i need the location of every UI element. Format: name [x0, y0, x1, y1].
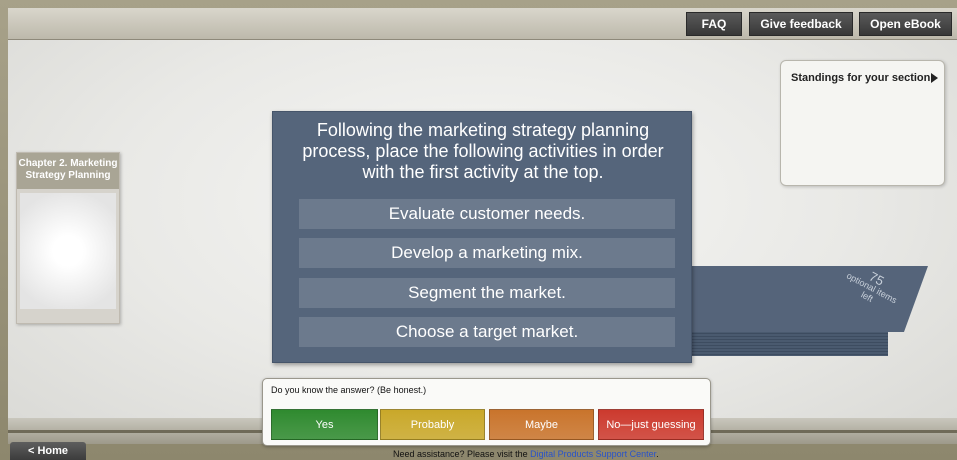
- confidence-probably-button[interactable]: Probably: [380, 409, 485, 440]
- give-feedback-button[interactable]: Give feedback: [749, 12, 853, 36]
- faq-button[interactable]: FAQ: [686, 12, 742, 36]
- answer-item-3[interactable]: Segment the market.: [299, 278, 675, 308]
- question-card: Following the marketing strategy plannin…: [272, 111, 692, 363]
- open-ebook-button[interactable]: Open eBook: [859, 12, 952, 36]
- home-button[interactable]: < Home: [10, 442, 86, 460]
- assistance-text: Need assistance? Please visit the Digita…: [393, 449, 659, 459]
- chapter-thumbnail: [20, 193, 116, 309]
- assistance-prefix: Need assistance? Please visit the: [393, 449, 531, 459]
- confidence-panel: Do you know the answer? (Be honest.) Yes…: [262, 378, 711, 446]
- question-prompt: Following the marketing strategy plannin…: [302, 120, 664, 182]
- answer-item-2[interactable]: Develop a marketing mix.: [299, 238, 675, 268]
- confidence-maybe-button[interactable]: Maybe: [489, 409, 594, 440]
- confidence-guessing-button[interactable]: No—just guessing: [598, 409, 704, 440]
- standings-label: Standings for your section: [791, 72, 931, 84]
- answer-item-1[interactable]: Evaluate customer needs.: [299, 199, 675, 229]
- play-arrow-icon[interactable]: [931, 73, 938, 83]
- assistance-suffix: .: [656, 449, 659, 459]
- answer-item-4[interactable]: Choose a target market.: [299, 317, 675, 347]
- confidence-yes-button[interactable]: Yes: [271, 409, 378, 440]
- chapter-card[interactable]: Chapter 2. Marketing Strategy Planning: [16, 152, 120, 324]
- support-center-link[interactable]: Digital Products Support Center: [530, 449, 656, 459]
- confidence-prompt: Do you know the answer? (Be honest.): [271, 385, 427, 395]
- standings-panel[interactable]: Standings for your section: [780, 60, 945, 186]
- chapter-title: Chapter 2. Marketing Strategy Planning: [17, 153, 119, 189]
